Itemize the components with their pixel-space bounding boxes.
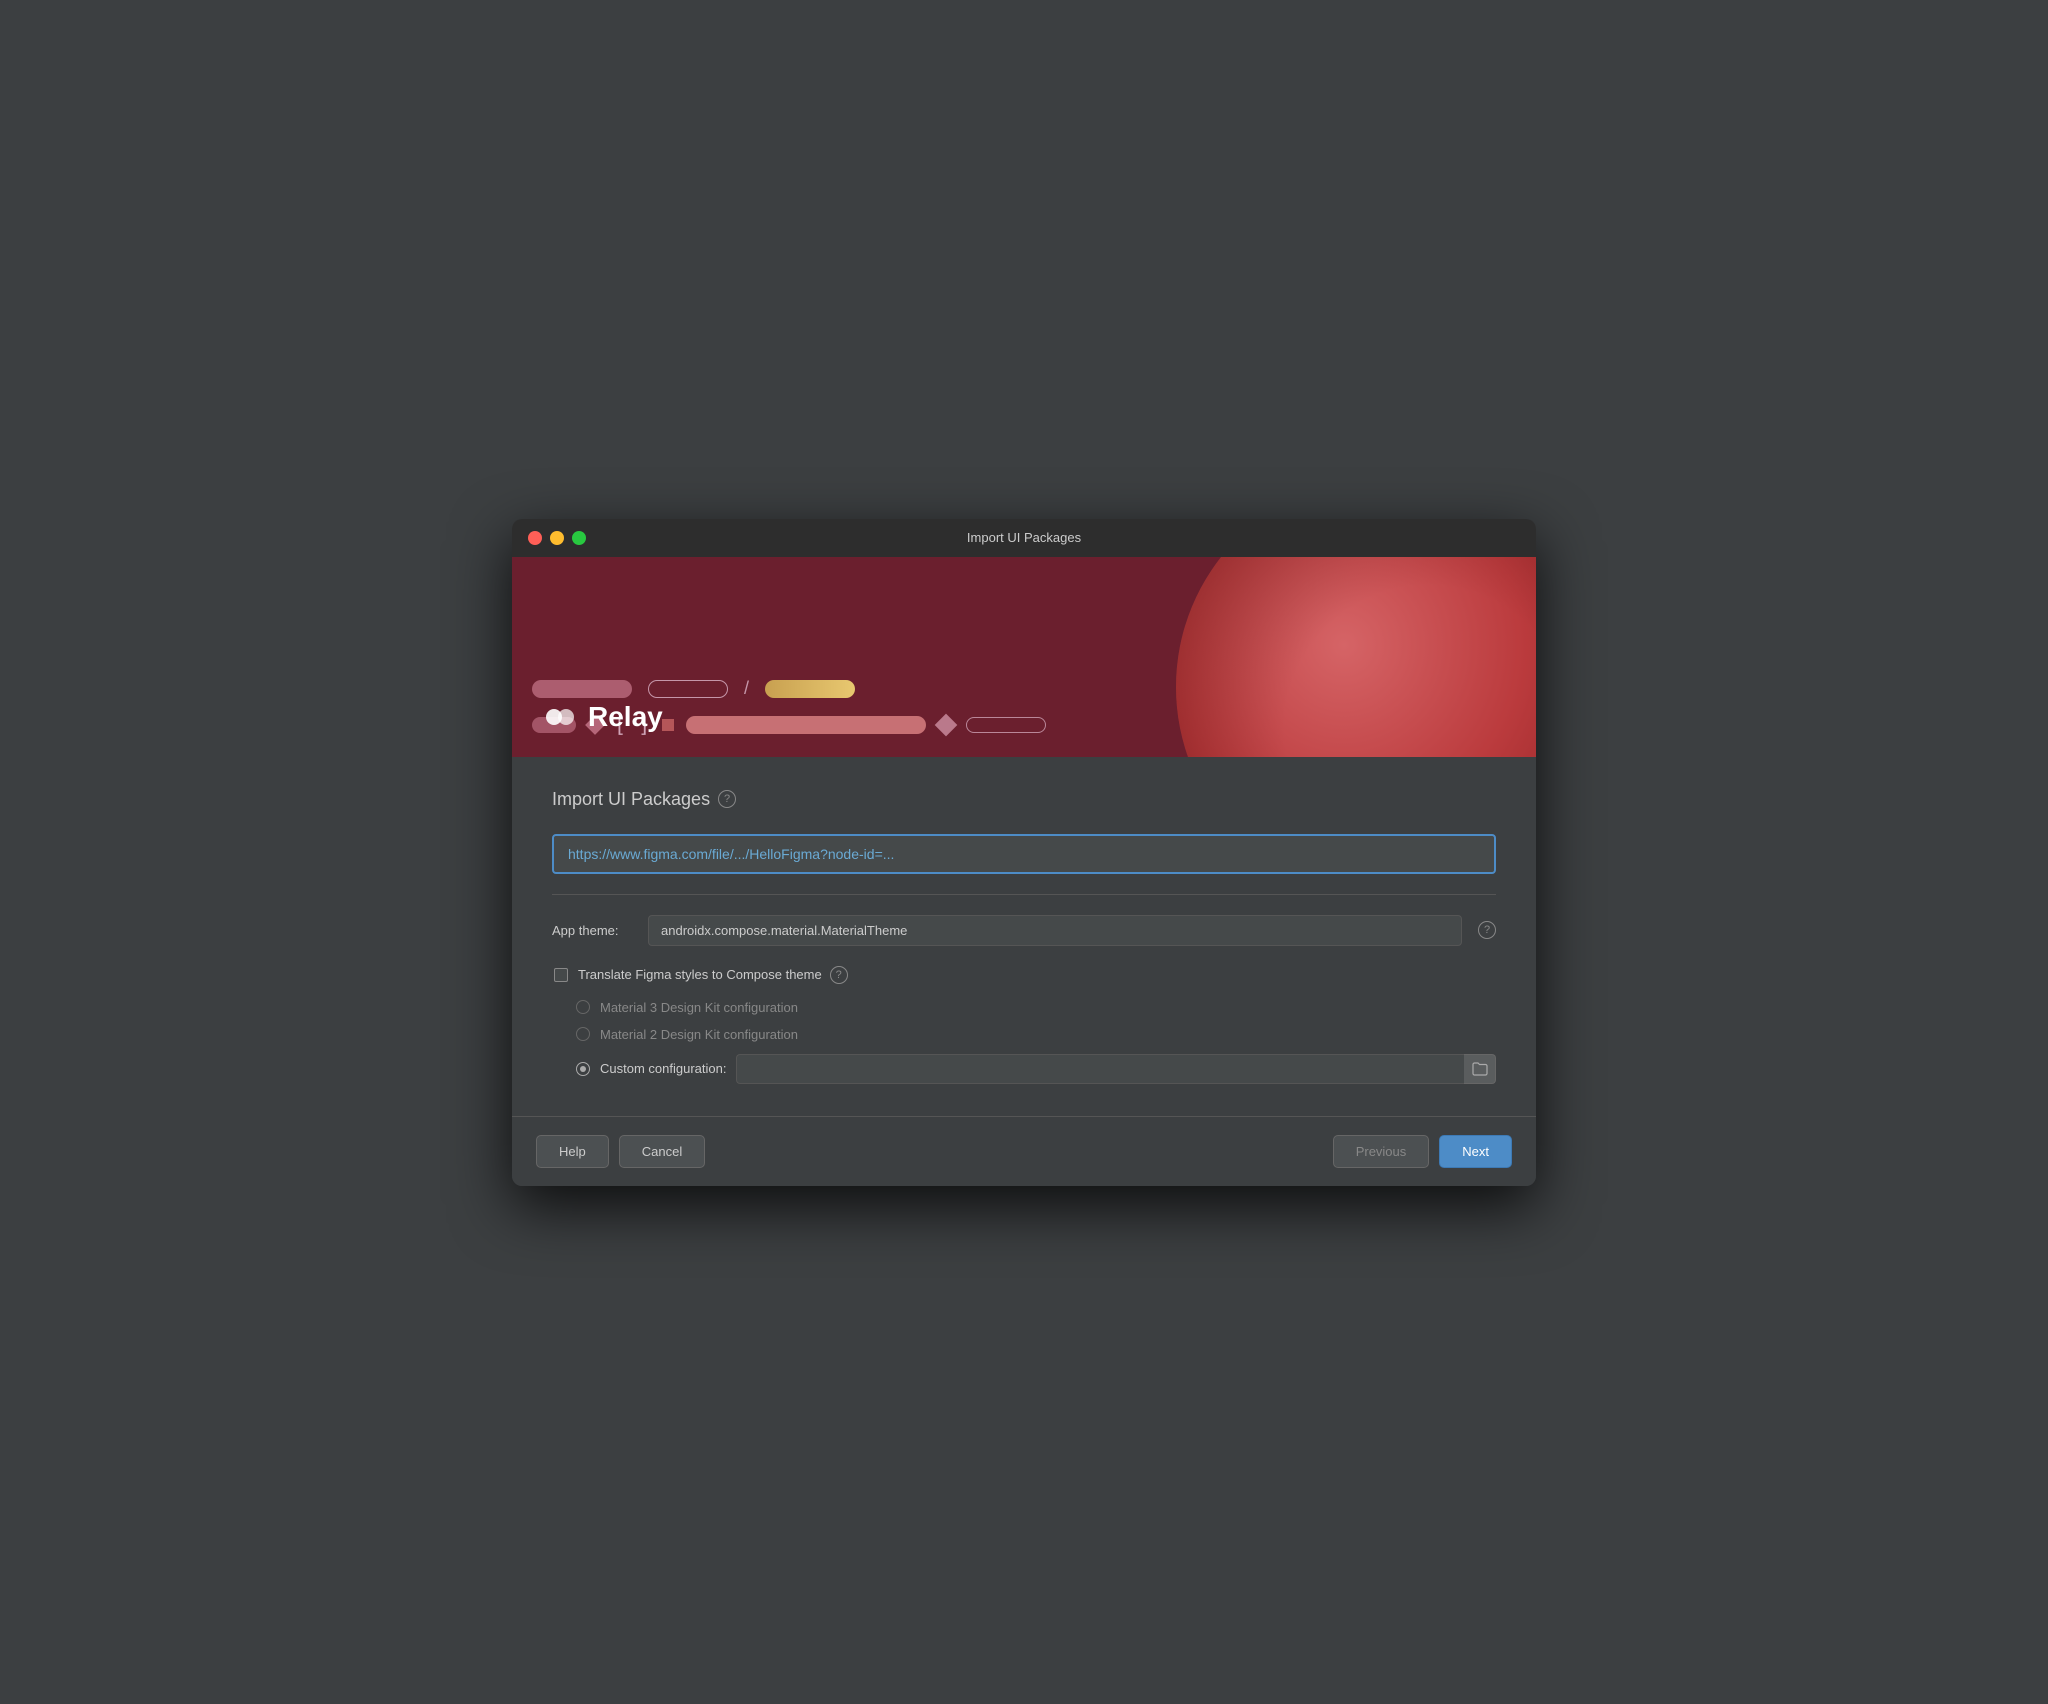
theme-input-wrapper [648, 915, 1462, 946]
help-button[interactable]: Help [536, 1135, 609, 1168]
divider [552, 894, 1496, 895]
radio-material3-label: Material 3 Design Kit configuration [600, 1000, 798, 1015]
deco-square [662, 719, 674, 731]
title-bar: Import UI Packages [512, 519, 1536, 557]
bottom-bar: Help Cancel Previous Next [512, 1116, 1536, 1186]
folder-icon [1472, 1062, 1488, 1076]
custom-config-wrapper [736, 1054, 1496, 1084]
section-help-icon[interactable]: ? [718, 790, 736, 808]
radio-material3[interactable] [576, 1000, 590, 1014]
theme-help-icon[interactable]: ? [1478, 921, 1496, 939]
main-content: Import UI Packages ? App theme: ? Transl… [512, 757, 1536, 1116]
close-button[interactable] [528, 531, 542, 545]
translate-checkbox-label: Translate Figma styles to Compose theme … [578, 966, 848, 984]
radio-custom-row[interactable]: Custom configuration: [576, 1054, 1496, 1084]
deco-pill-outline-2 [966, 717, 1046, 733]
radio-material3-row[interactable]: Material 3 Design Kit configuration [576, 1000, 1496, 1015]
relay-brand-name: Relay [588, 701, 663, 733]
section-title-row: Import UI Packages ? [552, 789, 1496, 810]
radio-custom-label: Custom configuration: [600, 1061, 726, 1076]
translate-help-icon[interactable]: ? [830, 966, 848, 984]
next-button[interactable]: Next [1439, 1135, 1512, 1168]
radio-custom[interactable] [576, 1062, 590, 1076]
deco-diamond-2 [935, 713, 958, 736]
custom-config-input[interactable] [736, 1054, 1464, 1084]
previous-button[interactable]: Previous [1333, 1135, 1430, 1168]
relay-logo: Relay [544, 701, 663, 733]
cancel-button[interactable]: Cancel [619, 1135, 705, 1168]
radio-material2[interactable] [576, 1027, 590, 1041]
relay-logo-icon [544, 701, 576, 733]
translate-checkbox-row[interactable]: Translate Figma styles to Compose theme … [554, 966, 1496, 984]
banner-deco-row2: [ ] [532, 625, 1536, 757]
hero-banner: / [ ] Relay [512, 557, 1536, 757]
main-window: Import UI Packages / [ ] [512, 519, 1536, 1186]
translate-checkbox[interactable] [554, 968, 568, 982]
minimize-button[interactable] [550, 531, 564, 545]
app-theme-row: App theme: ? [552, 915, 1496, 946]
section-title-text: Import UI Packages [552, 789, 710, 810]
maximize-button[interactable] [572, 531, 586, 545]
bottom-left-buttons: Help Cancel [536, 1135, 705, 1168]
app-theme-label: App theme: [552, 923, 632, 938]
radio-material2-label: Material 2 Design Kit configuration [600, 1027, 798, 1042]
radio-group: Material 3 Design Kit configuration Mate… [576, 1000, 1496, 1084]
app-theme-input[interactable] [648, 915, 1462, 946]
figma-url-input[interactable] [552, 834, 1496, 874]
traffic-lights [528, 531, 586, 545]
bottom-right-buttons: Previous Next [1333, 1135, 1512, 1168]
url-input-wrapper [552, 834, 1496, 874]
deco-bar-long [686, 716, 926, 734]
window-title: Import UI Packages [967, 530, 1081, 545]
browse-folder-button[interactable] [1464, 1054, 1496, 1084]
radio-material2-row[interactable]: Material 2 Design Kit configuration [576, 1027, 1496, 1042]
